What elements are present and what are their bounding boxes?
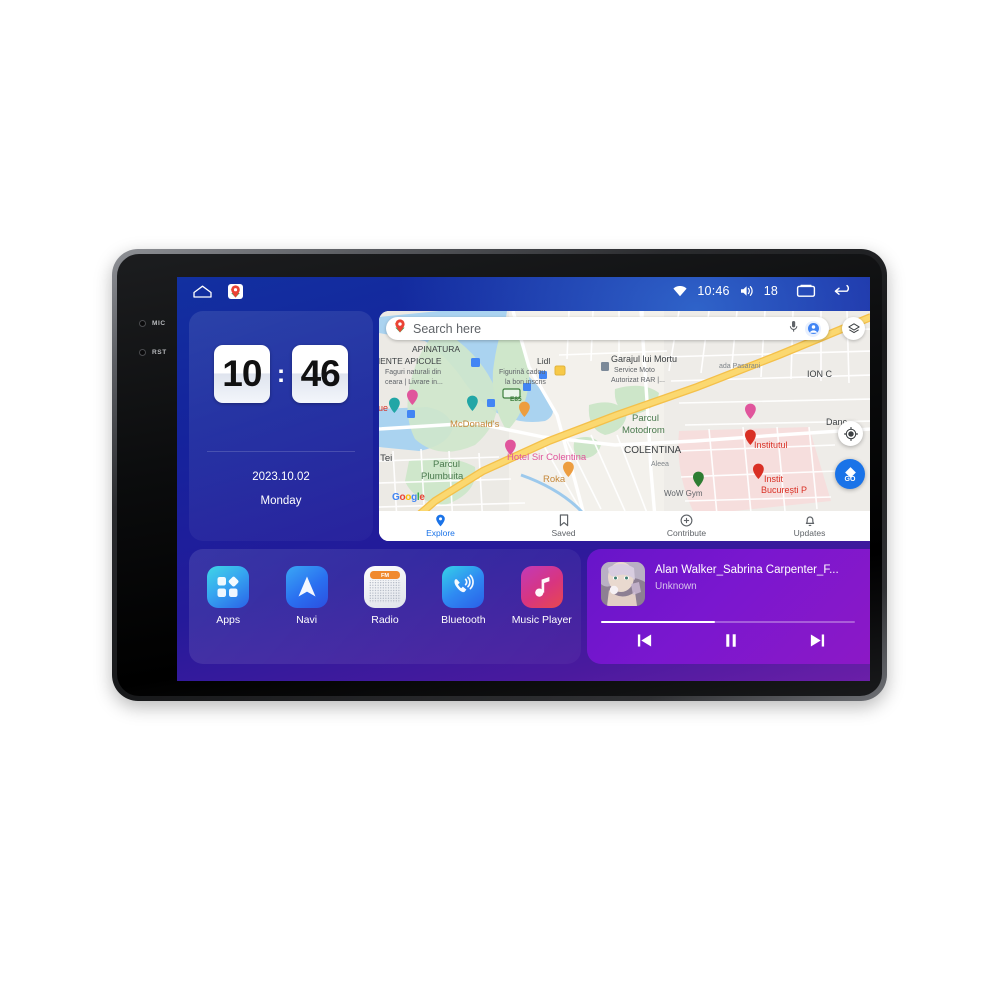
app-shortcut-bluetooth-label: Bluetooth <box>441 614 486 626</box>
reset-button[interactable]: RST <box>139 349 167 356</box>
volume-icon[interactable] <box>740 285 754 297</box>
home-icon[interactable] <box>193 285 212 298</box>
reset-button-label: RST <box>152 349 167 356</box>
status-bar-time: 10:46 <box>697 284 730 298</box>
pause-button[interactable] <box>723 632 739 649</box>
map-nav-updates-label: Updates <box>793 528 826 538</box>
google-watermark: Google <box>392 492 425 503</box>
map-nav-explore[interactable]: Explore <box>379 514 502 538</box>
account-avatar-icon[interactable] <box>805 320 821 337</box>
map-pins <box>389 389 764 487</box>
map-bottom-nav[interactable]: Explore Saved Contribute Updates <box>379 511 870 541</box>
map-nav-saved-label: Saved <box>551 528 576 538</box>
recents-icon[interactable] <box>796 284 816 298</box>
back-icon[interactable] <box>834 284 854 298</box>
status-bar-left <box>193 283 243 299</box>
clock-date: 2023.10.02 <box>252 471 310 483</box>
playback-progress-fill <box>601 621 716 623</box>
map-nav-explore-label: Explore <box>426 528 455 538</box>
google-maps-badge-icon[interactable] <box>228 283 243 299</box>
bookmark-icon <box>559 514 568 527</box>
explore-pin-icon <box>436 514 445 527</box>
car-stereo-device: MIC RST 10:46 18 10: 46 2023.10.02 Mond… <box>112 249 887 701</box>
map-widget[interactable]: APINATURA MENTE APICOLE Faguri naturali di… <box>379 311 870 541</box>
pause-icon <box>726 634 736 647</box>
music-controls <box>601 632 861 649</box>
music-track-info: Alan Walker_Sabrina Carpenter_F... Unkno… <box>601 562 857 606</box>
my-location-icon <box>843 426 858 441</box>
app-dock: Apps Navi FM Radio Bluetooth Music Playe… <box>189 549 581 664</box>
status-bar-right: 10:46 18 <box>673 284 854 298</box>
track-title: Alan Walker_Sabrina Carpenter_F... <box>655 564 839 576</box>
radio-icon[interactable]: FM <box>363 566 406 608</box>
bell-icon <box>805 516 814 527</box>
map-layers-icon <box>847 322 860 333</box>
clock-hours: 10 <box>222 353 262 394</box>
mic-button[interactable]: MIC <box>139 320 166 327</box>
track-artist: Unknown <box>655 581 697 592</box>
map-layers-button[interactable] <box>842 317 865 340</box>
clock-weekday: Monday <box>260 495 302 507</box>
home-screen-widgets: 10 : 46 2023.10.02 Monday APINATURA MENT… <box>177 305 870 681</box>
navigation-arrow-icon[interactable] <box>285 566 328 608</box>
svg-text:FM: FM <box>381 573 389 579</box>
map-nav-contribute-label: Contribute <box>666 528 707 538</box>
reset-hole-icon <box>139 349 146 356</box>
app-shortcut-navi[interactable]: Navi <box>272 566 342 626</box>
app-shortcut-navi-label: Navi <box>296 614 318 626</box>
next-track-button[interactable] <box>809 632 826 649</box>
music-meta: Alan Walker_Sabrina Carpenter_F... Unkno… <box>655 562 857 592</box>
volume-level: 18 <box>763 284 778 298</box>
app-shortcut-apps-label: Apps <box>216 614 241 626</box>
map-search-bar[interactable]: Search here <box>386 317 829 340</box>
mic-button-label: MIC <box>152 320 166 327</box>
skip-next-icon <box>810 634 825 647</box>
navigate-go-button[interactable]: GO <box>835 459 865 489</box>
device-face: MIC RST 10:46 18 10: 46 2023.10.02 Mond… <box>117 254 882 696</box>
clock-divider <box>207 451 355 452</box>
music-note-icon[interactable] <box>520 566 563 608</box>
map-nav-saved[interactable]: Saved <box>502 514 625 538</box>
map-pin-icon <box>394 319 406 338</box>
app-shortcut-music-player[interactable]: Music Player <box>507 566 577 626</box>
music-player-widget[interactable]: Alan Walker_Sabrina Carpenter_F... Unkno… <box>587 549 870 664</box>
clock-separator: : <box>276 359 286 388</box>
previous-track-button[interactable] <box>636 632 653 649</box>
touchscreen-display[interactable]: 10:46 18 10: 46 2023.10.02 Monday APINA… <box>177 277 870 681</box>
map-search-input[interactable]: Search here <box>413 322 782 336</box>
map-nav-contribute[interactable]: Contribute <box>625 514 748 538</box>
map-nav-updates[interactable]: Updates <box>748 514 870 538</box>
clock-minutes-tile: 46 <box>292 345 349 403</box>
clock-hours-tile: 10 <box>213 345 270 403</box>
my-location-button[interactable] <box>838 421 863 446</box>
mic-hole-icon <box>139 320 146 327</box>
app-shortcut-bluetooth[interactable]: Bluetooth <box>428 566 498 626</box>
apps-grid-icon[interactable] <box>207 566 250 608</box>
app-shortcut-radio-label: Radio <box>371 614 399 626</box>
status-bar: 10:46 18 <box>177 277 870 305</box>
microphone-icon[interactable] <box>789 320 798 338</box>
app-shortcut-apps[interactable]: Apps <box>193 566 263 626</box>
go-button-label: GO <box>844 475 856 483</box>
plus-circle-icon <box>680 514 693 527</box>
album-art-thumbnail <box>601 562 645 606</box>
playback-progress-bar[interactable] <box>601 621 855 623</box>
app-shortcut-music-player-label: Music Player <box>511 614 572 626</box>
skip-previous-icon <box>637 634 652 647</box>
wifi-icon <box>673 285 688 297</box>
flip-clock: 10 : 46 <box>189 345 373 403</box>
clock-widget[interactable]: 10 : 46 2023.10.02 Monday <box>189 311 373 541</box>
app-shortcut-radio[interactable]: FM Radio <box>350 566 420 626</box>
bluetooth-phone-icon[interactable] <box>442 566 485 608</box>
clock-minutes: 46 <box>300 353 341 394</box>
screenshot-stage: MIC RST 10:46 18 10: 46 2023.10.02 Mond… <box>0 0 1000 1000</box>
